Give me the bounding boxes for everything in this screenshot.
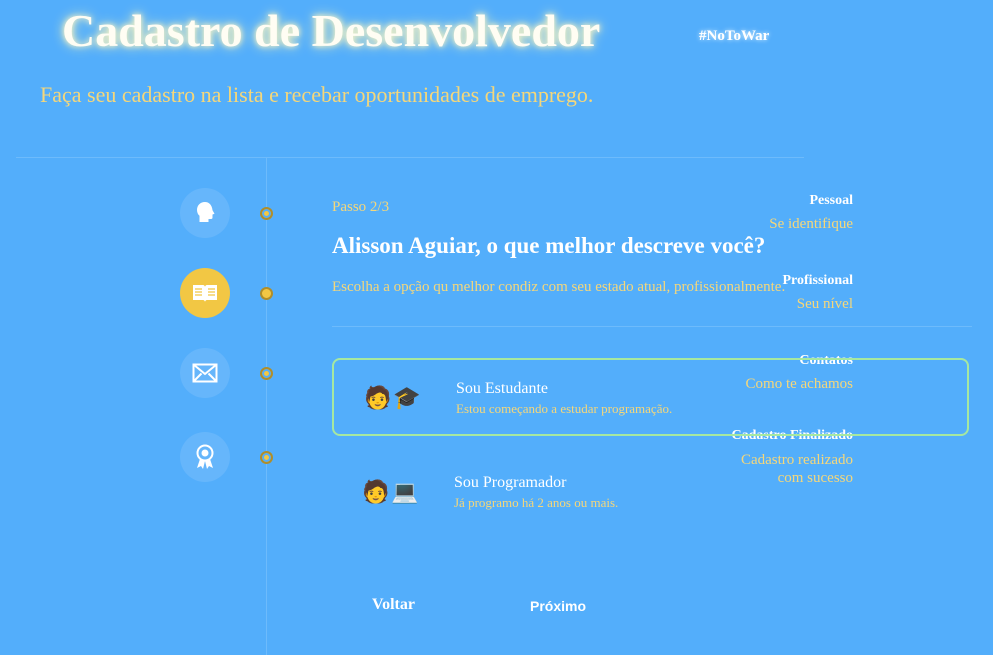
back-button[interactable]: Voltar	[372, 596, 415, 614]
step-dot	[260, 207, 273, 220]
option-title: Sou Programador	[454, 474, 567, 491]
step-dot	[260, 287, 273, 300]
step-subtitle: Seu nível	[796, 296, 853, 312]
page-title: Cadastro de Desenvolvedor	[62, 5, 601, 56]
step-subtitle: Se identifique	[769, 216, 853, 232]
stepper-divider	[266, 158, 267, 655]
step-title: Profissional	[782, 273, 853, 288]
page-subtitle: Faça seu cadastro na lista e recebar opo…	[40, 82, 594, 107]
step-progress-label: Passo 2/3	[332, 199, 390, 215]
book-icon	[180, 268, 230, 318]
student-emoji-icon: 🧑🎓	[364, 386, 423, 411]
no-to-war-tag: #NoToWar	[699, 28, 770, 44]
form-question: Alisson Aguiar, o que melhor descreve vo…	[332, 233, 766, 258]
option-estudante[interactable]: 🧑🎓 Sou Estudante Estou começando a estud…	[332, 358, 969, 436]
option-title: Sou Estudante	[456, 380, 548, 397]
step-title: Pessoal	[809, 193, 853, 208]
form-hint: Escolha a opção qu melhor condiz com seu…	[332, 279, 786, 295]
step-dot	[260, 367, 273, 380]
option-description: Estou começando a estudar programação.	[456, 401, 673, 416]
next-button[interactable]: Próximo	[530, 598, 586, 614]
step-dot	[260, 451, 273, 464]
option-description: Já programo há 2 anos ou mais.	[454, 495, 619, 510]
option-programador[interactable]: 🧑💻 Sou Programador Já programo há 2 anos…	[332, 454, 969, 532]
form-divider	[332, 326, 972, 327]
programmer-emoji-icon: 🧑💻	[362, 480, 421, 505]
award-icon	[180, 432, 230, 482]
header-divider	[16, 157, 804, 158]
envelope-icon	[180, 348, 230, 398]
head-icon	[180, 188, 230, 238]
